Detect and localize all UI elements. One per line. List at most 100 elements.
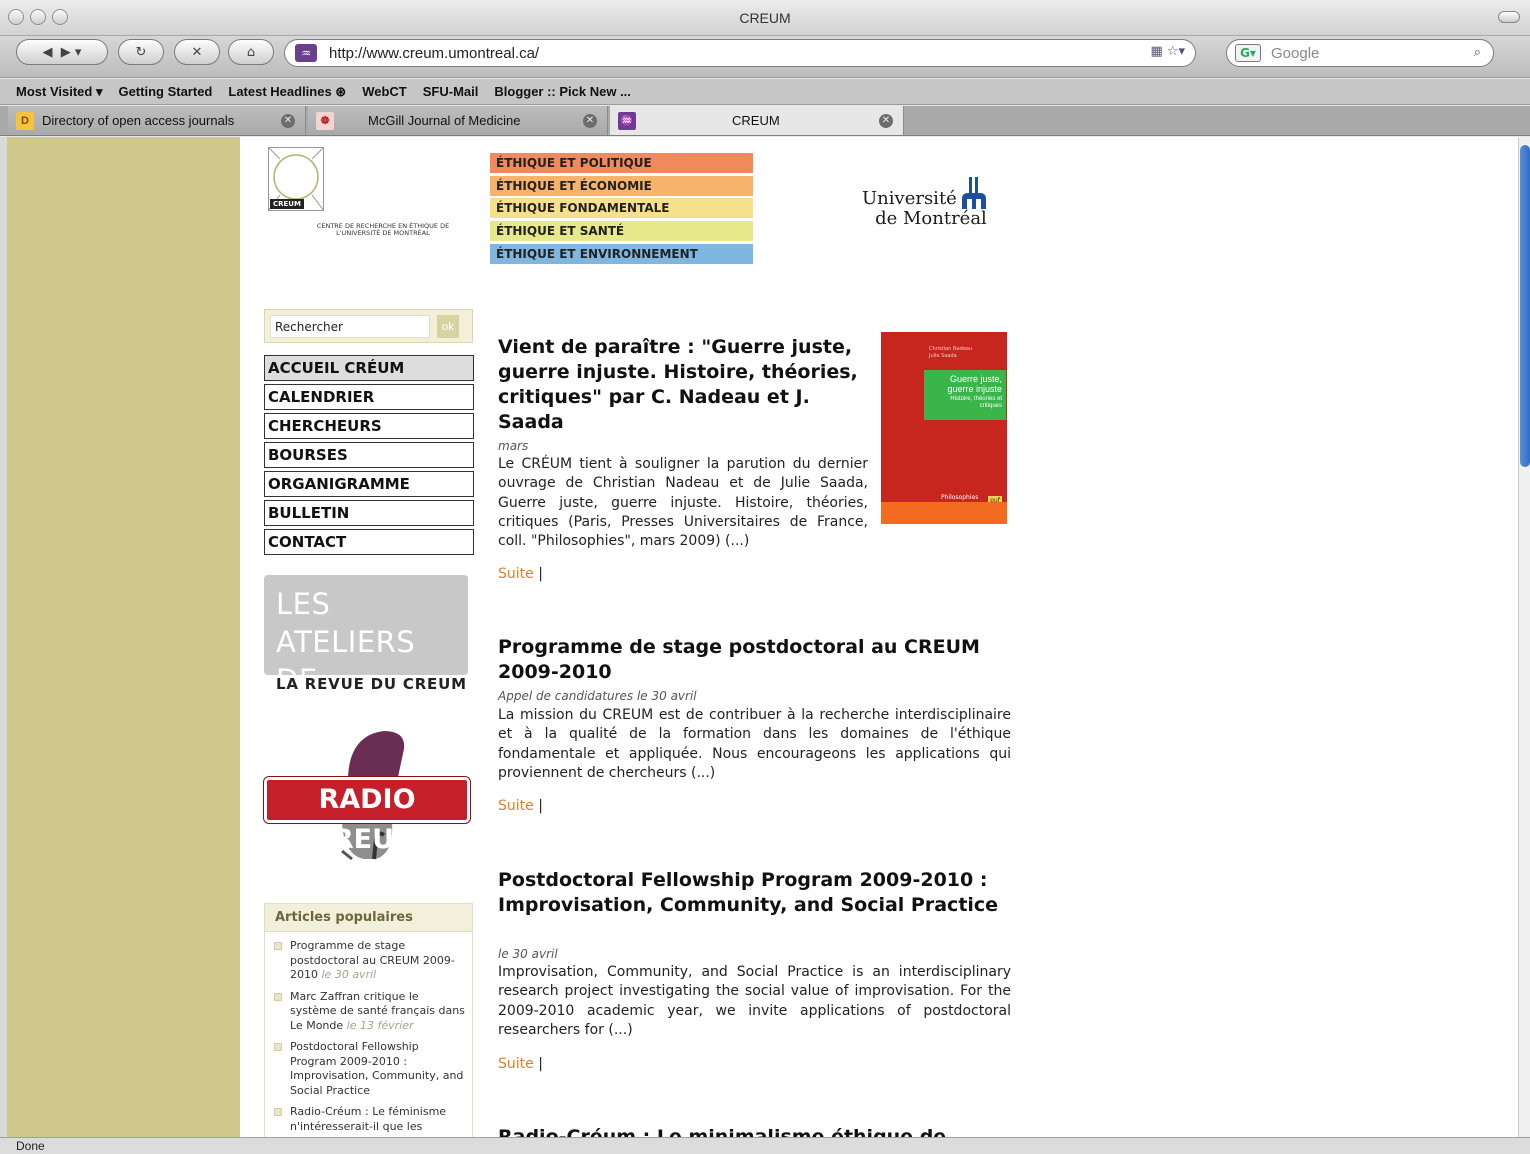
article-summary: Le CRÉUM tient à souligner la parution d… — [498, 456, 868, 550]
ateliers-banner[interactable]: LES ATELIERS DE L'ÉTHIQUE — [264, 575, 468, 735]
site-search: Rechercher ok — [264, 309, 473, 343]
left-edge — [0, 137, 7, 1137]
bookmark-most-visited[interactable]: Most Visited ▾ — [16, 84, 102, 100]
article-title[interactable]: Vient de paraître : "Guerre juste, guerr… — [498, 335, 868, 435]
theme-politique[interactable]: ÉTHIQUE ET POLITIQUE — [490, 153, 753, 173]
menu-organigramme[interactable]: ORGANIGRAMME — [264, 471, 474, 497]
article-title[interactable]: Programme de stage postdoctoral au CREUM… — [498, 635, 1010, 685]
site-search-button[interactable]: ok — [437, 315, 459, 338]
tab-label: McGill Journal of Medicine — [368, 113, 521, 128]
search-engine-bar[interactable]: G▾ Google ⌕ — [1226, 39, 1494, 67]
menu-chercheurs[interactable]: CHERCHEURS — [264, 413, 474, 439]
menu-calendrier[interactable]: CALENDRIER — [264, 384, 474, 410]
menu-bourses[interactable]: BOURSES — [264, 442, 474, 468]
bookmark-latest-headlines[interactable]: Latest Headlines ⊛ — [228, 84, 346, 100]
bookmark-getting-started[interactable]: Getting Started — [118, 84, 212, 99]
creum-favicon-icon: ♒ — [618, 111, 636, 130]
reload-button[interactable]: ↻ — [118, 39, 164, 65]
close-tab-icon[interactable]: ✕ — [583, 113, 597, 128]
popular-item-text[interactable]: Postdoctoral Fellowship Program 2009-201… — [290, 1040, 463, 1097]
left-decorative-band — [0, 137, 240, 1137]
mcgill-favicon-icon: ☸ — [316, 111, 334, 130]
popular-item-text[interactable]: Radio-Créum : Le féminisme n'intéressera… — [290, 1105, 446, 1133]
ateliers-line2: DE L'ÉTHIQUE — [276, 663, 434, 735]
tab-bar: D Directory of open access journals ✕ ☸ … — [0, 106, 1530, 136]
udem-logo[interactable]: Université de Montréal — [862, 177, 987, 229]
ateliers-subtitle: LA REVUE DU CREUM — [276, 675, 467, 693]
udem-line2: de Montréal — [875, 208, 987, 229]
bookmark-star-icon[interactable]: ☆▾ — [1167, 44, 1185, 59]
tab-mcgill[interactable]: ☸ McGill Journal of Medicine ✕ — [308, 106, 608, 135]
popular-articles-title: Articles populaires — [265, 904, 472, 932]
book-cover-image[interactable]: Christian Nadeau Julie Saada Guerre just… — [881, 332, 1007, 524]
popular-articles: Articles populaires Programme de stage p… — [264, 903, 473, 1137]
popular-item[interactable]: Programme de stage postdoctoral au CREUM… — [265, 939, 472, 983]
status-bar: Done — [0, 1137, 1530, 1154]
tab-doaj[interactable]: D Directory of open access journals ✕ — [8, 106, 306, 135]
theme-fondamentale[interactable]: ÉTHIQUE FONDAMENTALE — [490, 198, 753, 218]
menu-bulletin[interactable]: BULLETIN — [264, 500, 474, 526]
theme-economie[interactable]: ÉTHIQUE ET ÉCONOMIE — [490, 176, 753, 196]
book-title: Guerre juste, guerre injuste — [947, 374, 1002, 394]
book-cover-stripe — [881, 502, 1007, 524]
site-search-input[interactable]: Rechercher — [270, 315, 430, 338]
bookmarks-bar: Most Visited ▾ Getting Started Latest He… — [0, 79, 1530, 105]
doaj-favicon-icon: D — [16, 111, 34, 130]
article-date: mars — [498, 439, 529, 453]
read-more-link[interactable]: Suite | — [498, 566, 543, 582]
search-icon[interactable]: ⌕ — [1474, 45, 1481, 60]
article-summary: La mission du CREUM est de contribuer à … — [498, 707, 1011, 781]
url-bar[interactable]: ♒ http://www.creum.umontreal.ca/ ▦ ☆▾ — [284, 39, 1196, 67]
site-favicon-icon: ♒ — [295, 44, 317, 62]
creum-logo[interactable]: CREUM — [267, 146, 325, 212]
rss-feed-icon[interactable]: ▦ — [1151, 44, 1163, 59]
url-text[interactable]: http://www.creum.umontreal.ca/ — [329, 45, 539, 62]
tab-label: CREUM — [732, 113, 780, 128]
bookmark-blogger[interactable]: Blogger :: Pick New ... — [494, 84, 631, 99]
popular-item[interactable]: Marc Zaffran critique le système de sant… — [265, 990, 472, 1034]
book-series: Philosophies — [941, 494, 979, 501]
radio-creum-banner[interactable]: RADIO CREUM — [263, 727, 471, 862]
toolbar-toggle-icon[interactable] — [1498, 11, 1520, 23]
bookmark-webct[interactable]: WebCT — [362, 84, 407, 99]
read-more-label[interactable]: Suite — [498, 798, 534, 814]
udem-line1: Université — [862, 188, 957, 209]
popular-item[interactable]: Postdoctoral Fellowship Program 2009-201… — [265, 1040, 472, 1098]
menu-accueil[interactable]: ACCUEIL CRÉUM — [264, 355, 474, 381]
article-summary: Improvisation, Community, and Social Pra… — [498, 964, 1011, 1038]
theme-environnement[interactable]: ÉTHIQUE ET ENVIRONNEMENT — [490, 244, 753, 264]
back-forward-button[interactable]: ◀ ▶ ▾ — [16, 39, 108, 65]
ateliers-line1: LES ATELIERS — [276, 587, 416, 659]
stop-button[interactable]: ✕ — [174, 39, 220, 65]
window-titlebar: CREUM — [0, 0, 1530, 36]
logo-text: CREUM — [273, 200, 301, 208]
bullet-icon — [274, 1043, 282, 1051]
read-more-label[interactable]: Suite — [498, 1056, 534, 1072]
theme-sante[interactable]: ÉTHIQUE ET SANTÉ — [490, 221, 753, 241]
vertical-scrollbar[interactable] — [1518, 137, 1530, 1137]
search-engine-input[interactable]: Google — [1271, 45, 1319, 62]
popular-item-date: le 30 avril — [321, 968, 377, 981]
popular-item[interactable]: Radio-Créum : Le féminisme n'intéressera… — [265, 1105, 472, 1134]
close-tab-icon[interactable]: ✕ — [281, 113, 295, 128]
tab-creum[interactable]: ♒ CREUM ✕ — [610, 106, 904, 135]
read-more-link[interactable]: Suite | — [498, 1056, 543, 1072]
scrollbar-thumb[interactable] — [1520, 145, 1530, 467]
bullet-icon — [274, 942, 282, 950]
bullet-icon — [274, 1108, 282, 1116]
book-cover-title: Guerre juste, guerre injuste Histoire, t… — [924, 370, 1006, 420]
page-viewport: CREUM CENTRE DE RECHERCHE EN ÉTHIQUE DE … — [0, 137, 1518, 1137]
article-title[interactable]: Postdoctoral Fellowship Program 2009-201… — [498, 868, 1010, 918]
read-more-link[interactable]: Suite | — [498, 798, 543, 814]
article-title[interactable]: Radio-Créum : Le minimalisme éthique de — [498, 1125, 1010, 1137]
home-button[interactable]: ⌂ — [228, 39, 274, 65]
close-tab-icon[interactable]: ✕ — [879, 113, 893, 128]
rss-star-icons[interactable]: ▦ ☆▾ — [1151, 44, 1185, 59]
google-engine-icon[interactable]: G▾ — [1235, 44, 1261, 62]
article-date: Appel de candidatures le 30 avril — [498, 689, 697, 703]
logo-caption: CENTRE DE RECHERCHE EN ÉTHIQUE DE L'UNIV… — [316, 222, 450, 237]
read-more-label[interactable]: Suite — [498, 566, 534, 582]
tab-label: Directory of open access journals — [42, 113, 235, 128]
bookmark-sfu-mail[interactable]: SFU-Mail — [423, 84, 479, 99]
menu-contact[interactable]: CONTACT — [264, 529, 474, 555]
